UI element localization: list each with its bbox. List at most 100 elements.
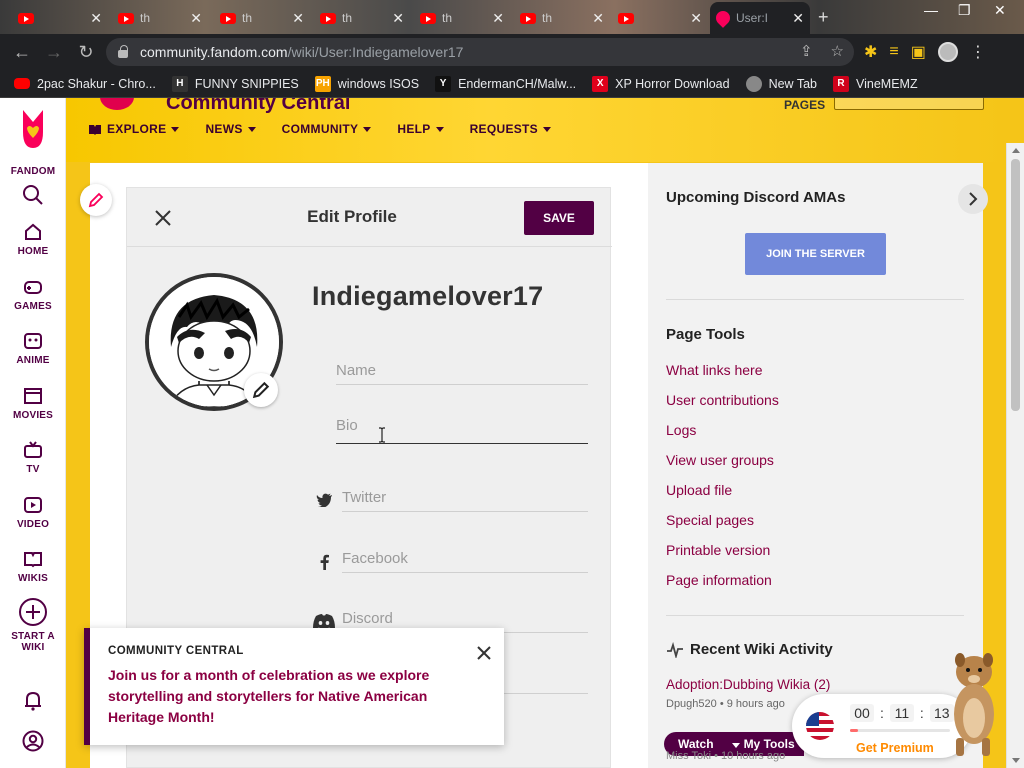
toast-message[interactable]: Join us for a month of celebration as we… <box>108 665 460 728</box>
notifications-button[interactable] <box>0 690 66 712</box>
tool-link-view-user-groups[interactable]: View user groups <box>666 452 774 468</box>
wiki-title[interactable]: Community Central <box>166 98 350 115</box>
name-field[interactable]: Name <box>336 357 588 385</box>
tool-link-what-links-here[interactable]: What links here <box>666 362 762 378</box>
close-tab-icon[interactable]: ✕ <box>392 10 404 27</box>
extensions-icon[interactable]: ✱ <box>864 42 877 62</box>
nav-games[interactable]: GAMES <box>0 277 66 312</box>
browser-tab-active[interactable]: User:I ✕ <box>710 2 810 34</box>
youtube-icon <box>420 12 436 24</box>
url-text[interactable]: community.fandom.com/wiki/User:Indiegame… <box>140 44 463 60</box>
chevron-down-icon <box>731 743 740 748</box>
scroll-up-icon[interactable] <box>1012 148 1020 153</box>
bookmark-item[interactable]: H FUNNY SNIPPIES <box>171 75 299 92</box>
nav-tv[interactable]: TV <box>0 440 66 475</box>
bookmark-star-icon[interactable]: ☆ <box>831 42 844 60</box>
page-action-buttons[interactable] <box>834 98 984 110</box>
close-tab-icon[interactable]: ✕ <box>90 10 102 27</box>
scroll-thumb[interactable] <box>1011 159 1020 411</box>
nav-home[interactable]: HOME <box>0 222 66 257</box>
browser-tab[interactable]: ✕ <box>12 6 108 30</box>
browser-tab[interactable]: th ✕ <box>214 6 310 30</box>
forward-icon[interactable]: → <box>38 42 70 63</box>
browser-tab[interactable]: th ✕ <box>414 6 510 30</box>
clapperboard-icon <box>24 388 42 404</box>
twitter-field[interactable]: Twitter <box>342 484 588 512</box>
close-tab-icon[interactable]: ✕ <box>190 10 202 27</box>
tool-link-user-contributions[interactable]: User contributions <box>666 392 779 408</box>
home-icon <box>25 223 41 240</box>
edit-page-button[interactable] <box>80 184 112 216</box>
my-tools-button[interactable]: My Tools <box>731 737 795 751</box>
save-button[interactable]: SAVE <box>524 201 594 235</box>
chevron-right-icon <box>969 192 978 206</box>
divider <box>666 615 964 616</box>
tool-link-upload-file[interactable]: Upload file <box>666 482 732 498</box>
search-button[interactable] <box>0 184 66 206</box>
facebook-placeholder: Facebook <box>342 550 408 567</box>
tool-link-logs[interactable]: Logs <box>666 422 696 438</box>
browser-tab[interactable]: th ✕ <box>514 6 610 30</box>
nav-requests[interactable]: REQUESTS <box>470 122 551 136</box>
join-server-button[interactable]: JOIN THE SERVER <box>745 233 886 275</box>
scroll-down-icon[interactable] <box>1012 758 1020 763</box>
close-tab-icon[interactable]: ✕ <box>690 10 702 27</box>
browser-tab[interactable]: ✕ <box>612 6 708 30</box>
nav-news[interactable]: NEWS <box>205 122 256 136</box>
bookmark-item[interactable]: PH windows ISOS <box>314 75 419 92</box>
user-menu-button[interactable] <box>0 730 66 752</box>
nav-video[interactable]: VIDEO <box>0 495 66 530</box>
fandom-brand[interactable]: FANDOM <box>0 162 66 177</box>
close-tab-icon[interactable]: ✕ <box>492 10 504 27</box>
tool-link-page-information[interactable]: Page information <box>666 572 772 588</box>
nav-community[interactable]: COMMUNITY <box>282 122 372 136</box>
close-window-icon[interactable]: ✕ <box>994 2 1006 19</box>
wiki-logo[interactable] <box>100 98 134 110</box>
lock-icon[interactable] <box>118 44 128 58</box>
reload-icon[interactable]: ↻ <box>70 42 102 63</box>
bookmark-label: 2pac Shakur - Chro... <box>37 76 156 91</box>
share-icon[interactable]: ⇪ <box>800 42 813 60</box>
pages-counter-label: PAGES <box>784 98 826 112</box>
avatar-edit-button[interactable] <box>244 373 278 407</box>
right-rail-toggle[interactable] <box>958 184 988 214</box>
nav-anime[interactable]: ANIME <box>0 331 66 366</box>
watch-button[interactable]: Watch <box>678 737 714 751</box>
bio-field[interactable]: Bio <box>336 412 588 444</box>
bookmark-label: New Tab <box>768 76 817 91</box>
profile-avatar[interactable] <box>937 42 958 62</box>
bookmark-item[interactable]: R VineMEMZ <box>833 75 918 92</box>
get-premium-link[interactable]: Get Premium <box>856 741 934 755</box>
us-flag-icon <box>806 712 834 740</box>
nav-movies[interactable]: MOVIES <box>0 386 66 421</box>
close-tab-icon[interactable]: ✕ <box>592 10 604 27</box>
close-icon[interactable] <box>476 645 492 661</box>
new-tab-icon[interactable]: + <box>818 7 829 28</box>
page-scrollbar[interactable] <box>1006 143 1024 768</box>
fandom-logo-icon[interactable] <box>17 108 49 150</box>
tool-link-special-pages[interactable]: Special pages <box>666 512 754 528</box>
nav-explore[interactable]: EXPLORE <box>88 122 180 136</box>
close-tab-icon[interactable]: ✕ <box>792 10 804 27</box>
pencil-icon <box>88 192 104 208</box>
start-a-wiki-button[interactable]: START A WIKI <box>0 597 66 653</box>
side-panel-icon[interactable]: ▣ <box>911 42 926 62</box>
menu-kebab-icon[interactable]: ⋮ <box>970 42 986 62</box>
bookmark-item[interactable]: Y EndermanCH/Malw... <box>435 75 576 92</box>
tool-link-printable-version[interactable]: Printable version <box>666 542 770 558</box>
bookmark-item[interactable]: New Tab <box>745 75 817 92</box>
nav-wikis[interactable]: WIKIS <box>0 549 66 584</box>
back-icon[interactable]: ← <box>6 42 38 63</box>
browser-tab[interactable]: th ✕ <box>112 6 208 30</box>
video-play-icon <box>24 497 42 513</box>
close-tab-icon[interactable]: ✕ <box>292 10 304 27</box>
restore-icon[interactable]: ❐ <box>958 2 971 19</box>
bookmark-item[interactable]: X XP Horror Download <box>592 75 730 92</box>
media-icon[interactable]: ≡ <box>889 43 898 61</box>
nav-help[interactable]: HELP <box>397 122 444 136</box>
facebook-field[interactable]: Facebook <box>342 545 588 573</box>
address-bar[interactable]: community.fandom.com/wiki/User:Indiegame… <box>106 38 854 66</box>
bookmark-item[interactable]: 2pac Shakur - Chro... <box>14 77 156 91</box>
browser-tab[interactable]: th ✕ <box>314 6 410 30</box>
minimize-icon[interactable]: — <box>924 2 938 18</box>
